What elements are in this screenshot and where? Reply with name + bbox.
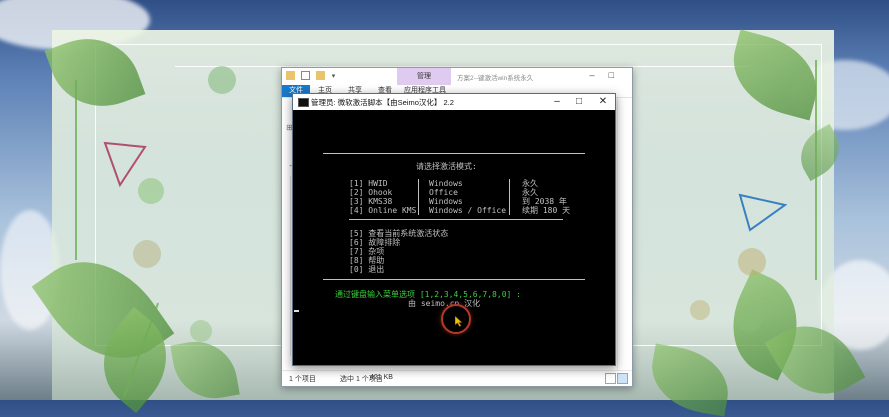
close-icon[interactable]: ✕ <box>592 95 614 109</box>
console-titlebar[interactable]: 管理员: 微软激活脚本【由Seimo汉化】 2.2 – □ ✕ <box>293 94 615 110</box>
mouse-pointer-icon <box>455 316 463 327</box>
explorer-window-buttons[interactable]: –□ <box>590 70 628 80</box>
explorer-window-title: 方案2--键激活win系统永久 <box>457 75 534 82</box>
terminal-icon <box>298 98 309 107</box>
status-item-count: 1 个项目 <box>289 376 316 383</box>
option-3-product: Windows <box>429 197 463 206</box>
triangle-decoration <box>103 141 147 188</box>
activation-console-window[interactable]: 管理员: 微软激活脚本【由Seimo汉化】 2.2 – □ ✕ 请选择激活模式:… <box>292 93 616 366</box>
folder-icon[interactable] <box>286 71 295 81</box>
option-1-product: Windows <box>429 179 463 188</box>
explorer-scrollbar[interactable] <box>617 98 632 370</box>
option-2-duration: 永久 <box>522 188 538 197</box>
option-4-product: Windows / Office <box>429 206 507 215</box>
maximize-icon[interactable]: □ <box>609 70 628 80</box>
option-4-duration: 续期 180 天 <box>522 206 571 215</box>
option-3-key: [3] KMS38 <box>349 197 393 206</box>
maximize-icon[interactable]: □ <box>568 95 590 109</box>
console-output[interactable]: 请选择激活模式: [1] HWID Windows 永久 [2] Ohook O… <box>293 110 615 365</box>
explorer-status-bar: 1 个项目 选中 1 个项目 421 KB <box>282 370 632 386</box>
nav-pane-divider <box>290 176 291 356</box>
chevron-down-icon[interactable]: ▾ <box>332 73 336 80</box>
manage-tab[interactable]: 管理 <box>397 68 451 85</box>
option-5: [5] 查看当前系统激活状态 <box>349 229 449 238</box>
option-1-key: [1] HWID <box>349 179 388 188</box>
quick-access-toolbar[interactable]: ▾ <box>286 71 336 81</box>
divider-top <box>323 153 585 154</box>
option-3-duration: 到 2038 年 <box>522 197 567 206</box>
option-7: [7] 杂项 <box>349 247 385 256</box>
minimize-icon[interactable]: – <box>546 95 568 109</box>
triangle-decoration-right <box>738 193 788 232</box>
console-title: 管理员: 微软激活脚本【由Seimo汉化】 2.2 <box>311 98 454 107</box>
menu-title: 请选择激活模式: <box>416 162 477 171</box>
divider-middle <box>349 219 563 220</box>
option-4-key: [4] Online KMS <box>349 206 417 215</box>
divider-bottom <box>323 279 585 280</box>
option-1-duration: 永久 <box>522 179 538 188</box>
text-cursor[interactable] <box>294 310 299 312</box>
option-8: [8] 帮助 <box>349 256 385 265</box>
column-separator-2 <box>509 179 510 215</box>
status-size: 421 KB <box>370 374 393 381</box>
input-prompt: 通过键盘输入菜单选项 [1,2,3,4,5,6,7,8,0] : <box>335 290 521 299</box>
option-2-key: [2] Ohook <box>349 188 393 197</box>
new-folder-icon[interactable] <box>316 71 326 81</box>
option-2-product: Office <box>429 188 458 197</box>
details-view-button[interactable] <box>605 373 616 384</box>
explorer-titlebar[interactable]: ▾ 管理 方案2--键激活win系统永久 –□ <box>282 68 632 85</box>
column-separator-1 <box>418 179 419 215</box>
minimize-icon[interactable]: – <box>590 70 609 80</box>
localization-credit: 由 seimo.cn 汉化 <box>408 299 481 308</box>
check-icon[interactable] <box>301 71 311 81</box>
large-icons-view-button[interactable] <box>617 373 628 384</box>
option-6: [6] 故障排除 <box>349 238 401 247</box>
option-0: [0] 退出 <box>349 265 385 274</box>
